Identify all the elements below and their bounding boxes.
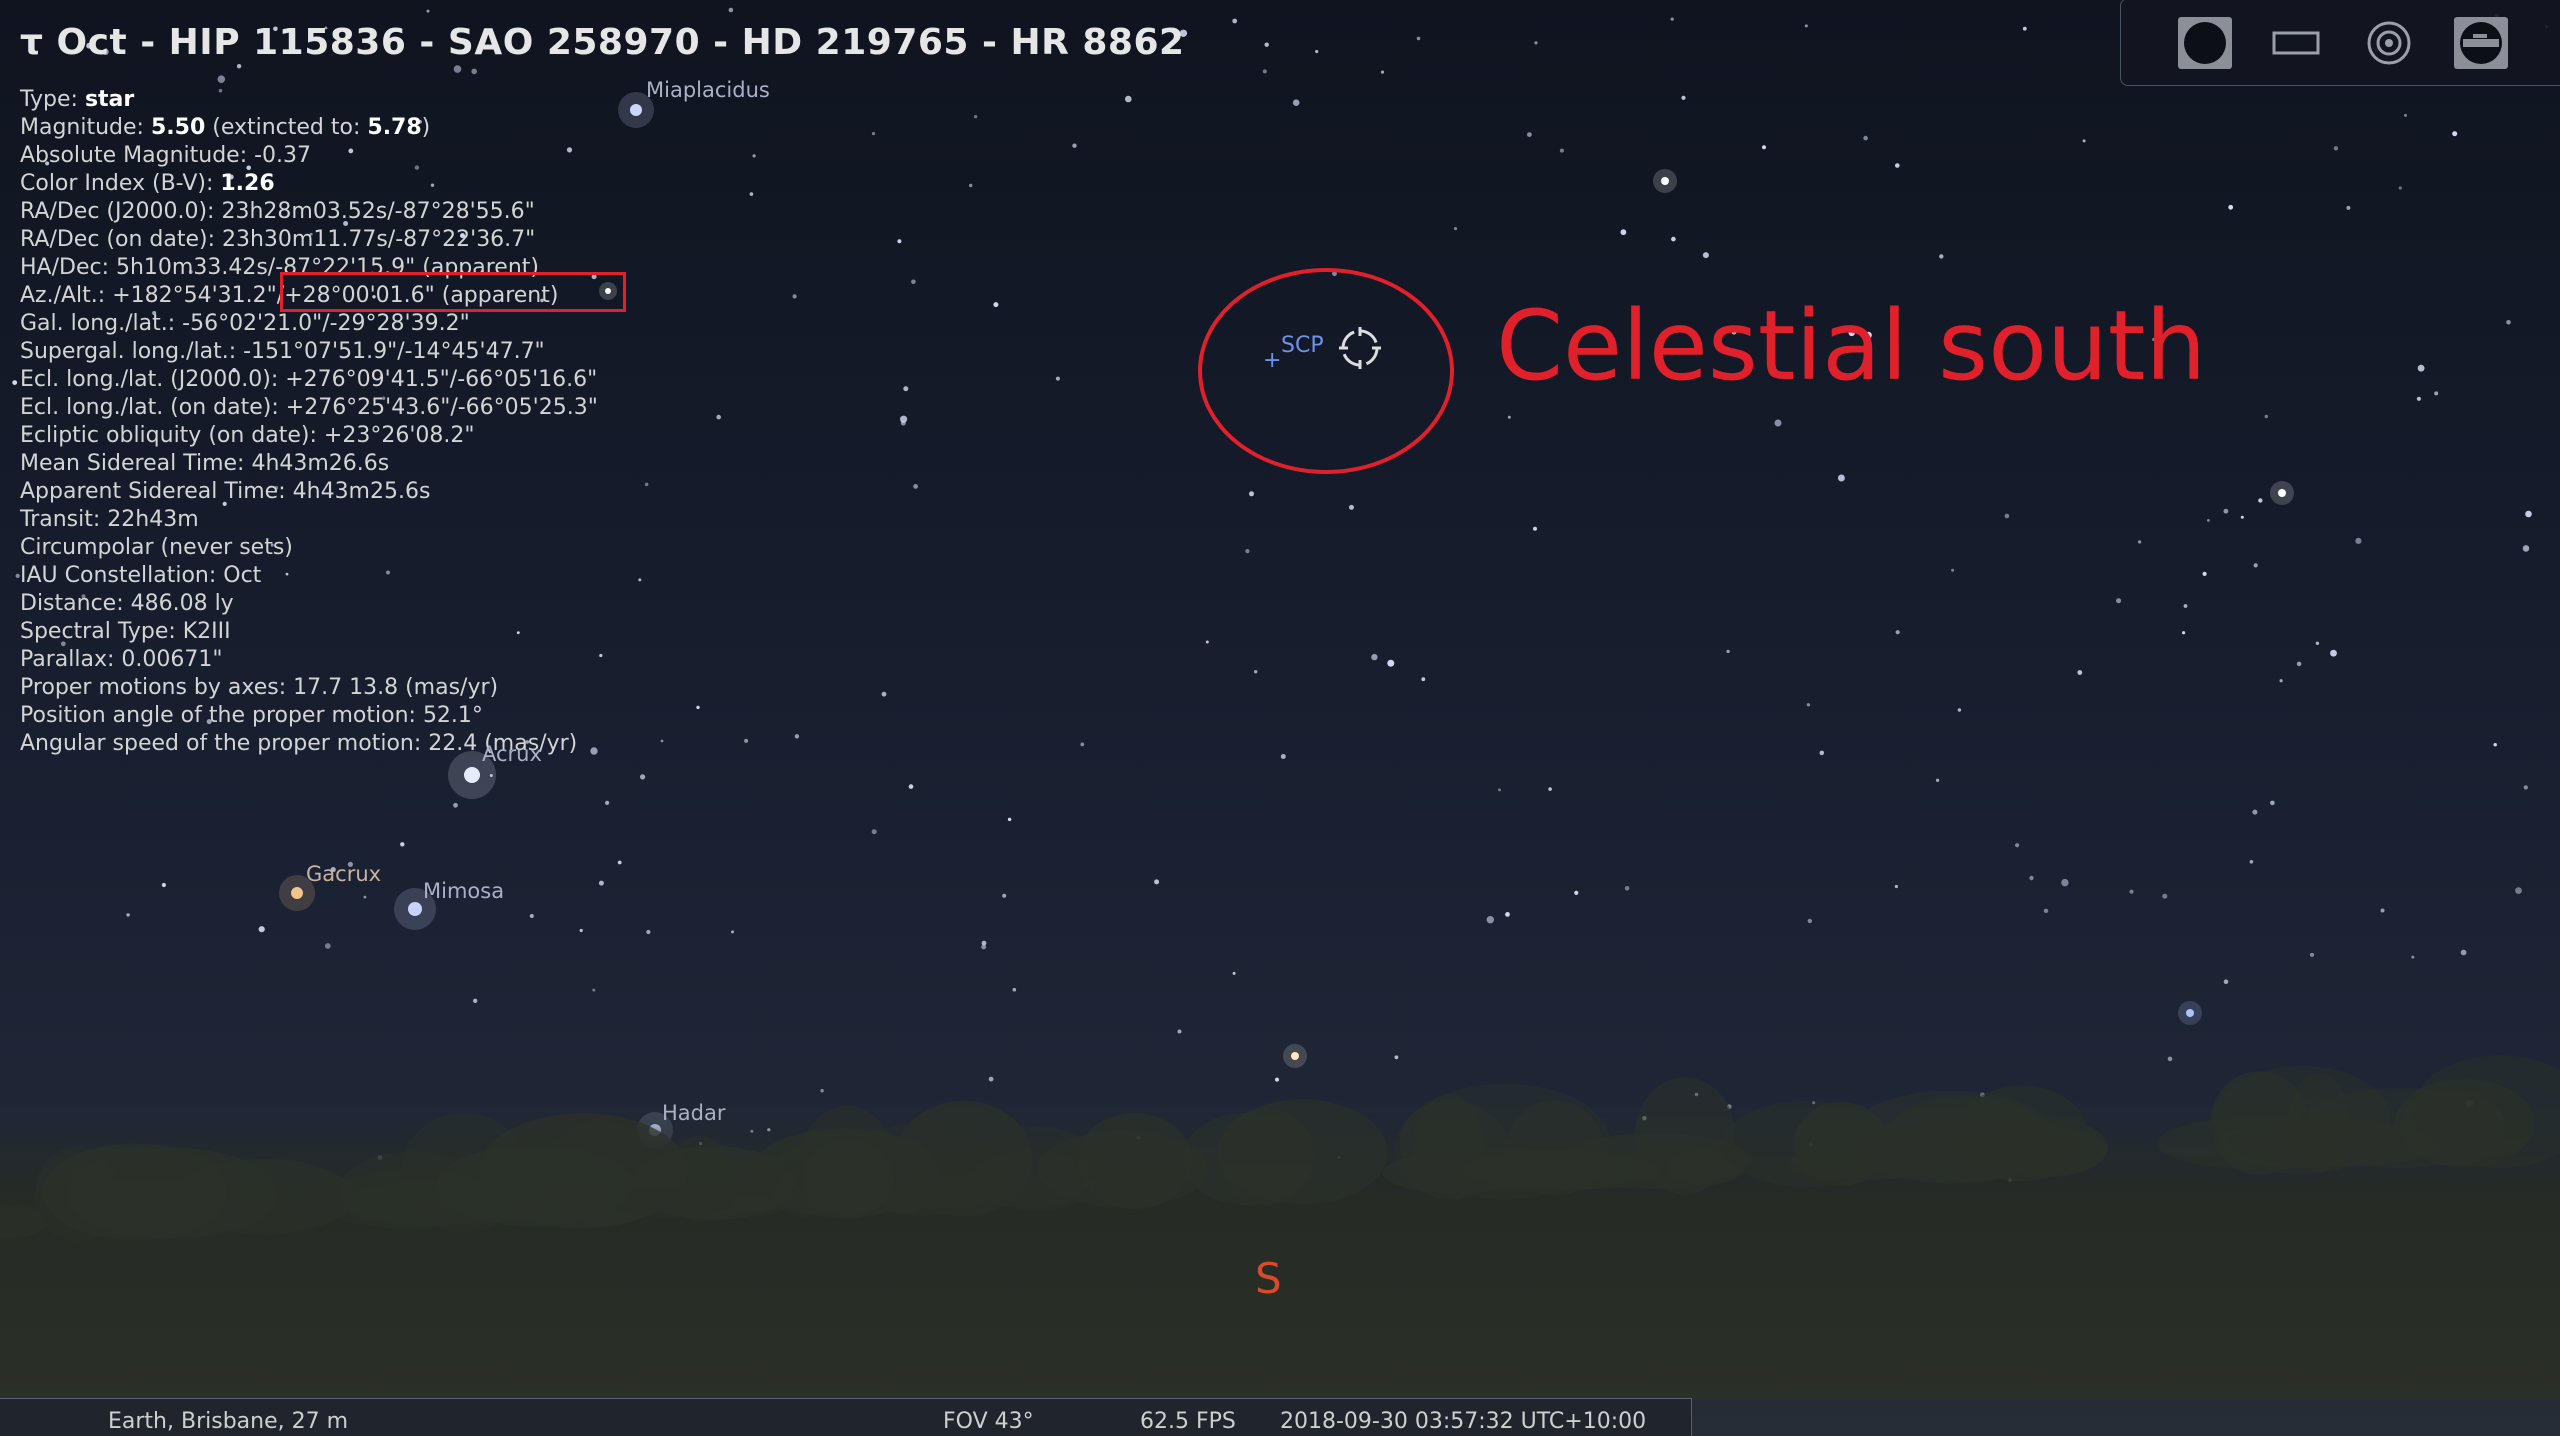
info-row-label: Apparent Sidereal Time: 4h43m25.6s: [20, 479, 431, 504]
info-row: Ecliptic obliquity (on date): +23°26'08.…: [20, 422, 598, 450]
tree-silhouette: [1182, 1112, 1314, 1206]
info-row-label: IAU Constellation: Oct: [20, 563, 262, 588]
moon-icon: [2178, 17, 2232, 69]
rectangle-button[interactable]: [2267, 15, 2327, 71]
fps-status: 62.5 FPS: [1140, 1409, 1236, 1434]
info-row-label: Circumpolar (never sets): [20, 535, 293, 560]
rectangle-icon: [2272, 31, 2320, 55]
info-row: Color Index (B-V): 1.26: [20, 170, 598, 198]
sky-view[interactable]: τ Oct - HIP 115836 - SAO 258970 - HD 219…: [0, 0, 2560, 1436]
info-row: Ecl. long./lat. (on date): +276°25'43.6"…: [20, 394, 598, 422]
annotation-label: Celestial south: [1496, 290, 2207, 402]
tree-silhouette: [139, 1155, 237, 1238]
info-row: RA/Dec (J2000.0): 23h28m03.52s/-87°28'55…: [20, 198, 598, 226]
info-row-label: Magnitude:: [20, 115, 151, 140]
star-label-gacrux[interactable]: Gacrux: [306, 862, 381, 886]
target-icon: [2367, 21, 2411, 65]
target-button[interactable]: [2359, 15, 2419, 71]
tree-silhouette: [2400, 1089, 2505, 1166]
info-row-label: Mean Sidereal Time: 4h43m26.6s: [20, 451, 390, 476]
info-row-label: Proper motions by axes: 17.7 13.8 (mas/y…: [20, 675, 499, 700]
info-row-label: RA/Dec (on date): 23h30m11.77s/-87°22'36…: [20, 227, 536, 252]
info-row-label: Ecl. long./lat. (J2000.0): +276°09'41.5"…: [20, 367, 598, 392]
info-row-label: Position angle of the proper motion: 52.…: [20, 703, 483, 728]
info-row: Position angle of the proper motion: 52.…: [20, 702, 598, 730]
telescope-button[interactable]: [2451, 15, 2511, 71]
info-row: RA/Dec (on date): 23h30m11.77s/-87°22'36…: [20, 226, 598, 254]
tree-silhouette: [1956, 1085, 2088, 1182]
tree-silhouette: [1722, 1101, 1890, 1188]
status-bar: Earth, Brisbane, 27 m FOV 43° 62.5 FPS 2…: [0, 1398, 1692, 1436]
info-row: Type: star: [20, 86, 598, 114]
info-row-value-extincted: 5.78: [367, 115, 422, 140]
info-row-label: Ecliptic obliquity (on date): +23°26'08.…: [20, 423, 475, 448]
info-row: Apparent Sidereal Time: 4h43m25.6s: [20, 478, 598, 506]
info-row: Distance: 486.08 ly: [20, 590, 598, 618]
info-row-value: 5.50: [150, 115, 206, 140]
info-row-label: Color Index (B-V):: [20, 171, 221, 196]
info-row-label: Ecl. long./lat. (on date): +276°25'43.6"…: [20, 395, 598, 420]
location-status[interactable]: Earth, Brisbane, 27 m: [108, 1409, 348, 1434]
info-row-label: Type:: [20, 87, 85, 112]
info-row-suffix: ): [421, 115, 431, 140]
info-row-label: Absolute Magnitude: -0.37: [20, 143, 312, 168]
info-row-label: Distance: 486.08 ly: [20, 591, 234, 616]
object-info-panel: Type: star Magnitude: 5.50 (extincted to:…: [20, 86, 598, 758]
star-label-mimosa[interactable]: Mimosa: [423, 879, 504, 903]
fov-status[interactable]: FOV 43°: [943, 1409, 1034, 1434]
cardinal-south-label: S: [1255, 1254, 1282, 1303]
tree-silhouette: [2287, 1074, 2351, 1173]
info-row: Supergal. long./lat.: -151°07'51.9"/-14°…: [20, 338, 598, 366]
star-label-acrux[interactable]: Acrux: [482, 742, 542, 766]
info-row: Magnitude: 5.50 (extincted to: 5.78): [20, 114, 598, 142]
info-row: Circumpolar (never sets): [20, 534, 598, 562]
info-row-label: Spectral Type: K2III: [20, 619, 231, 644]
telescope-icon: [2454, 17, 2508, 69]
info-row-label: Parallax: 0.00671": [20, 647, 223, 672]
moon-button[interactable]: [2175, 15, 2235, 71]
scp-marker: +: [1263, 348, 1282, 373]
scp-highlight-circle: [1198, 268, 1454, 474]
scp-label[interactable]: SCP: [1281, 333, 1324, 358]
info-row-value: star: [84, 87, 135, 112]
info-row-label: Supergal. long./lat.: -151°07'51.9"/-14°…: [20, 339, 545, 364]
alt-highlight-box: [280, 272, 626, 312]
info-row-label: Transit: 22h43m: [20, 507, 199, 532]
datetime-status[interactable]: 2018-09-30 03:57:32 UTC+10:00: [1280, 1409, 1646, 1434]
info-row-suffix: (extincted to:: [205, 115, 368, 140]
tree-silhouette: [1463, 1149, 1662, 1191]
object-title: τ Oct - HIP 115836 - SAO 258970 - HD 219…: [20, 22, 1185, 63]
info-row: Transit: 22h43m: [20, 506, 598, 534]
info-row: Spectral Type: K2III: [20, 618, 598, 646]
info-row: Proper motions by axes: 17.7 13.8 (mas/y…: [20, 674, 598, 702]
info-row: Mean Sidereal Time: 4h43m26.6s: [20, 450, 598, 478]
tree-silhouette: [435, 1145, 634, 1227]
info-row: Gal. long./lat.: -56°02'21.0"/-29°28'39.…: [20, 310, 598, 338]
info-row-label: RA/Dec (J2000.0): 23h28m03.52s/-87°28'55…: [20, 199, 535, 224]
info-row: Ecl. long./lat. (J2000.0): +276°09'41.5"…: [20, 366, 598, 394]
info-row-value: 1.26: [220, 171, 275, 196]
tree-silhouette: [830, 1170, 1028, 1210]
info-row-label: Gal. long./lat.: -56°02'21.0"/-29°28'39.…: [20, 311, 470, 336]
star-label-hadar[interactable]: Hadar: [662, 1101, 726, 1125]
selection-reticle-icon: [1339, 327, 1381, 369]
star-label-miaplacidus[interactable]: Miaplacidus: [646, 78, 770, 102]
top-toolbar: [2120, 0, 2560, 86]
info-row: Absolute Magnitude: -0.37: [20, 142, 598, 170]
info-row: Parallax: 0.00671": [20, 646, 598, 674]
info-row: IAU Constellation: Oct: [20, 562, 598, 590]
tree-silhouette: [1076, 1113, 1193, 1210]
